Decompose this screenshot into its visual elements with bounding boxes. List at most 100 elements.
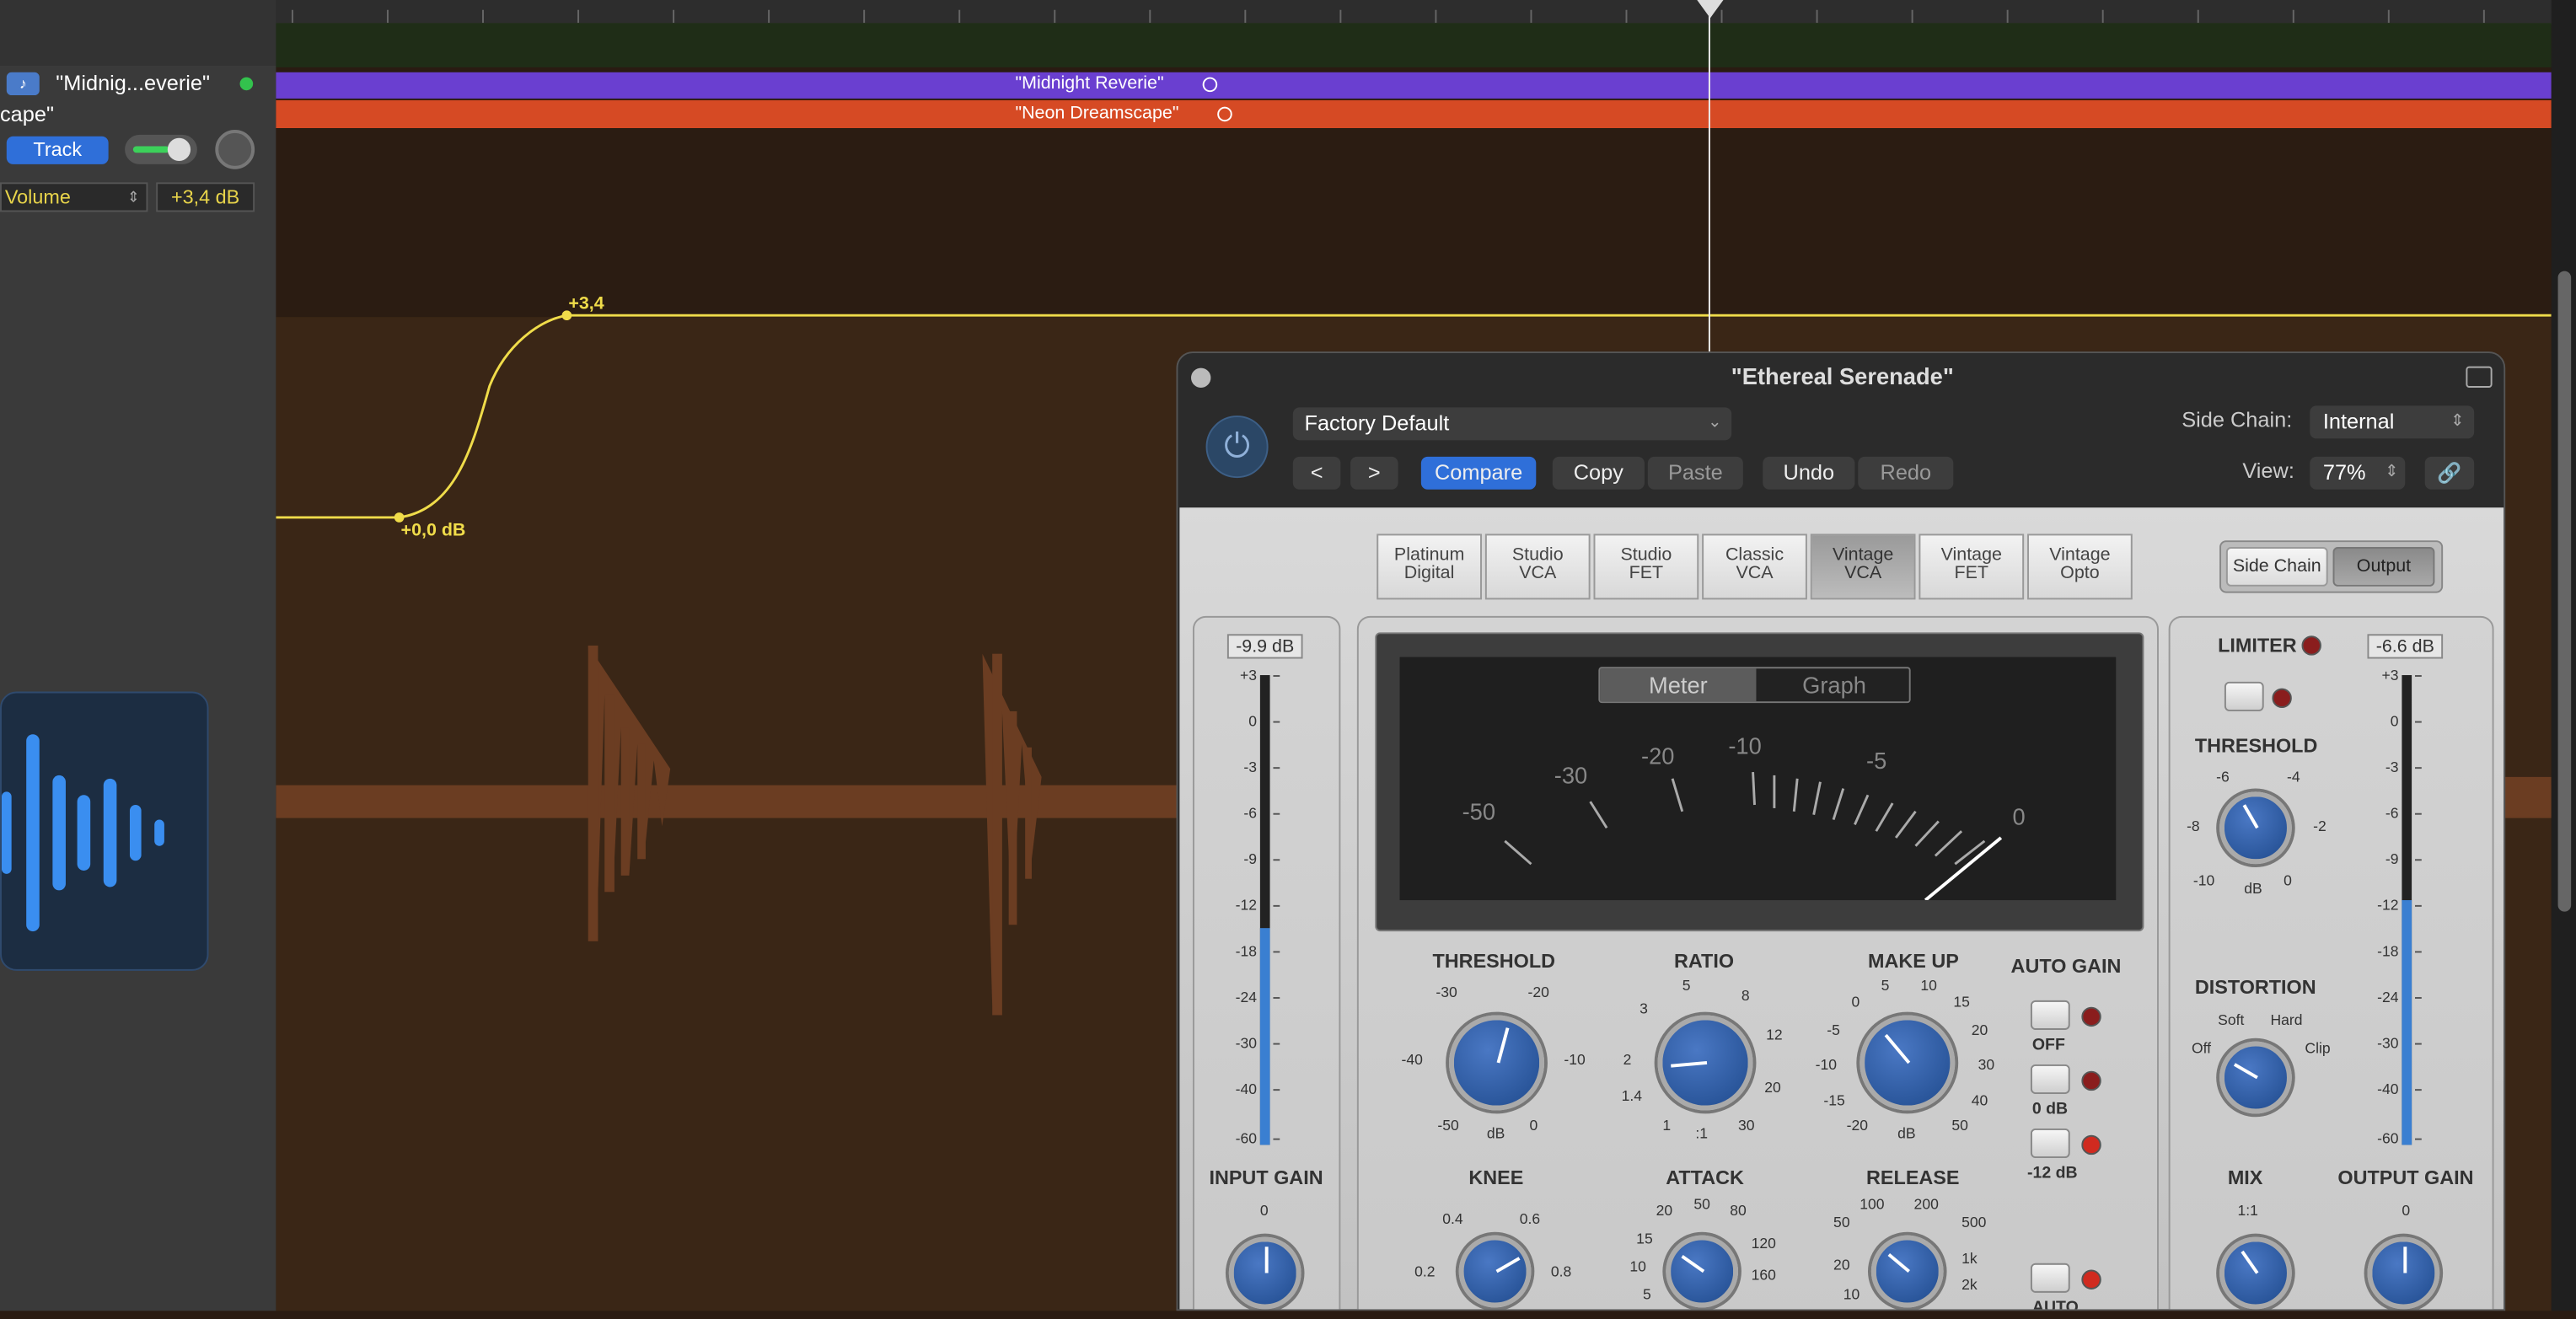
- detach-window-icon[interactable]: [2466, 366, 2493, 388]
- vertical-scrollbar[interactable]: [2551, 0, 2576, 1311]
- limiter-threshold-knob[interactable]: [2219, 791, 2292, 865]
- previous-preset-button[interactable]: <: [1292, 456, 1341, 490]
- track-automation-button[interactable]: Track: [6, 136, 109, 164]
- ratio-knob[interactable]: [1657, 1015, 1753, 1111]
- model-studio-fet[interactable]: Studio FET: [1593, 533, 1699, 600]
- next-preset-button[interactable]: >: [1350, 456, 1398, 490]
- side-chain-tab[interactable]: Side Chain: [2225, 547, 2328, 587]
- knee-knob[interactable]: [1458, 1235, 1532, 1308]
- vu-label: -20: [1641, 742, 1675, 769]
- redo-button[interactable]: Redo: [1858, 456, 1954, 490]
- track-name-2[interactable]: cape": [0, 102, 54, 126]
- meter-scale-tick: -30: [1235, 1034, 1257, 1052]
- track-name[interactable]: "Midnig...everie": [56, 71, 210, 95]
- pan-knob[interactable]: [215, 129, 255, 169]
- automation-toggle[interactable]: [125, 134, 197, 164]
- copy-button[interactable]: Copy: [1552, 456, 1645, 490]
- region-label: "Midnight Reverie": [1015, 73, 1164, 94]
- knee-tick: 0.4: [1442, 1210, 1463, 1227]
- vu-meter-frame: Meter Graph -50 -30 -20 -10 -5 0: [1375, 632, 2144, 932]
- limiter-label: LIMITER: [2218, 634, 2297, 657]
- timeline-ruler[interactable]: [276, 0, 2576, 25]
- output-gain-zero-tick: 0: [2402, 1202, 2411, 1220]
- meter-scale-tick: -9: [2385, 850, 2399, 868]
- model-vintage-opto[interactable]: Vintage Opto: [2027, 533, 2133, 600]
- attack-knob[interactable]: [1666, 1235, 1739, 1308]
- release-tick: 500: [1962, 1214, 1987, 1231]
- release-tick: 50: [1833, 1214, 1850, 1231]
- side-chain-value: Internal: [2322, 409, 2395, 434]
- release-knob[interactable]: [1870, 1235, 1944, 1308]
- threshold-knob[interactable]: [1449, 1015, 1545, 1111]
- limiter-tick: -6: [2216, 769, 2230, 786]
- distortion-off: Off: [2191, 1039, 2212, 1057]
- input-level-meter: [1259, 675, 1270, 1145]
- view-label: View:: [2242, 458, 2294, 484]
- meter-scale-tick: -9: [1243, 850, 1257, 868]
- makeup-tick: 0: [1851, 994, 1860, 1011]
- distortion-soft: Soft: [2218, 1011, 2245, 1029]
- side-chain-output-toggle: Side Chain Output: [2219, 540, 2444, 593]
- scrollbar-thumb[interactable]: [2557, 271, 2572, 912]
- knob-indicator: [1264, 1247, 1269, 1273]
- limiter-led: [2301, 635, 2321, 656]
- makeup-tick: 30: [1978, 1056, 1995, 1073]
- mix-knob[interactable]: [2219, 1236, 2292, 1310]
- power-button[interactable]: ⏻: [1205, 416, 1269, 479]
- view-zoom-select[interactable]: 77% ⇕: [2310, 456, 2406, 490]
- compare-button[interactable]: Compare: [1420, 456, 1537, 490]
- model-label-1: Studio: [1511, 545, 1564, 566]
- side-chain-select[interactable]: Internal ⇕: [2310, 405, 2475, 439]
- meter-scale-tick: -40: [2377, 1080, 2399, 1097]
- input-level-readout: -9.9 dB: [1226, 634, 1303, 659]
- model-studio-vca[interactable]: Studio VCA: [1484, 533, 1591, 600]
- ratio-tick: 20: [1764, 1079, 1781, 1096]
- knob-indicator: [1681, 1255, 1705, 1273]
- region-midnight-reverie[interactable]: "Midnight Reverie": [276, 72, 2552, 99]
- model-classic-vca[interactable]: Classic VCA: [1702, 533, 1807, 600]
- ratio-tick: 5: [1682, 977, 1691, 995]
- link-icon[interactable]: 🔗: [2424, 456, 2475, 490]
- makeup-knob[interactable]: [1860, 1015, 1956, 1111]
- meter-scale-mark: [1273, 997, 1280, 999]
- meter-scale-tick: 0: [2390, 712, 2399, 730]
- limiter-button-led: [2272, 688, 2292, 709]
- meter-scale-mark: [1273, 812, 1280, 815]
- preset-label: Factory Default: [1304, 410, 1450, 436]
- model-platinum-digital[interactable]: Platinum Digital: [1377, 533, 1482, 600]
- auto-gain-0db-button[interactable]: [2030, 1064, 2070, 1095]
- ratio-tick: 30: [1738, 1117, 1755, 1134]
- auto-gain-off-button[interactable]: [2030, 1000, 2070, 1031]
- vu-label: -10: [1728, 732, 1762, 759]
- limiter-button[interactable]: [2224, 681, 2264, 711]
- vu-label: -5: [1866, 747, 1887, 774]
- attack-tick: 20: [1656, 1202, 1673, 1220]
- preset-select[interactable]: Factory Default ⌄: [1292, 407, 1732, 441]
- meter-scale-tick: -24: [1235, 989, 1257, 1005]
- meter-scale-mark: [1273, 1089, 1280, 1091]
- undo-button[interactable]: Undo: [1763, 456, 1855, 490]
- output-tab[interactable]: Output: [2332, 547, 2435, 587]
- model-label-1: Vintage: [2049, 545, 2111, 566]
- auto-gain-minus12-button[interactable]: [2030, 1128, 2070, 1159]
- green-track-lane[interactable]: [276, 23, 2552, 67]
- makeup-tick: 15: [1953, 994, 1970, 1011]
- distortion-knob[interactable]: [2219, 1041, 2292, 1114]
- automation-parameter-select[interactable]: Volume ⇕: [0, 182, 148, 212]
- playhead-marker-icon[interactable]: [1695, 0, 1725, 19]
- output-gain-knob[interactable]: [2367, 1236, 2440, 1310]
- paste-button[interactable]: Paste: [1647, 456, 1743, 490]
- region-neon-dreamscape[interactable]: "Neon Dreamscape": [276, 99, 2552, 129]
- knee-label: KNEE: [1468, 1166, 1524, 1190]
- meter-scale-mark: [1273, 767, 1280, 769]
- model-vintage-vca[interactable]: Vintage VCA: [1810, 533, 1916, 600]
- automation-value-field[interactable]: +3,4 dB: [156, 182, 255, 212]
- app-icon-tile: [0, 691, 209, 971]
- playhead[interactable]: [1708, 0, 1710, 352]
- input-gain-knob[interactable]: [1228, 1236, 1301, 1310]
- attack-tick: 120: [1751, 1235, 1776, 1252]
- model-vintage-fet[interactable]: Vintage FET: [1919, 533, 2025, 600]
- input-gain-zero-tick: 0: [1259, 1202, 1269, 1220]
- knob-indicator: [1496, 1027, 1510, 1064]
- auto-release-button[interactable]: [2030, 1263, 2070, 1293]
